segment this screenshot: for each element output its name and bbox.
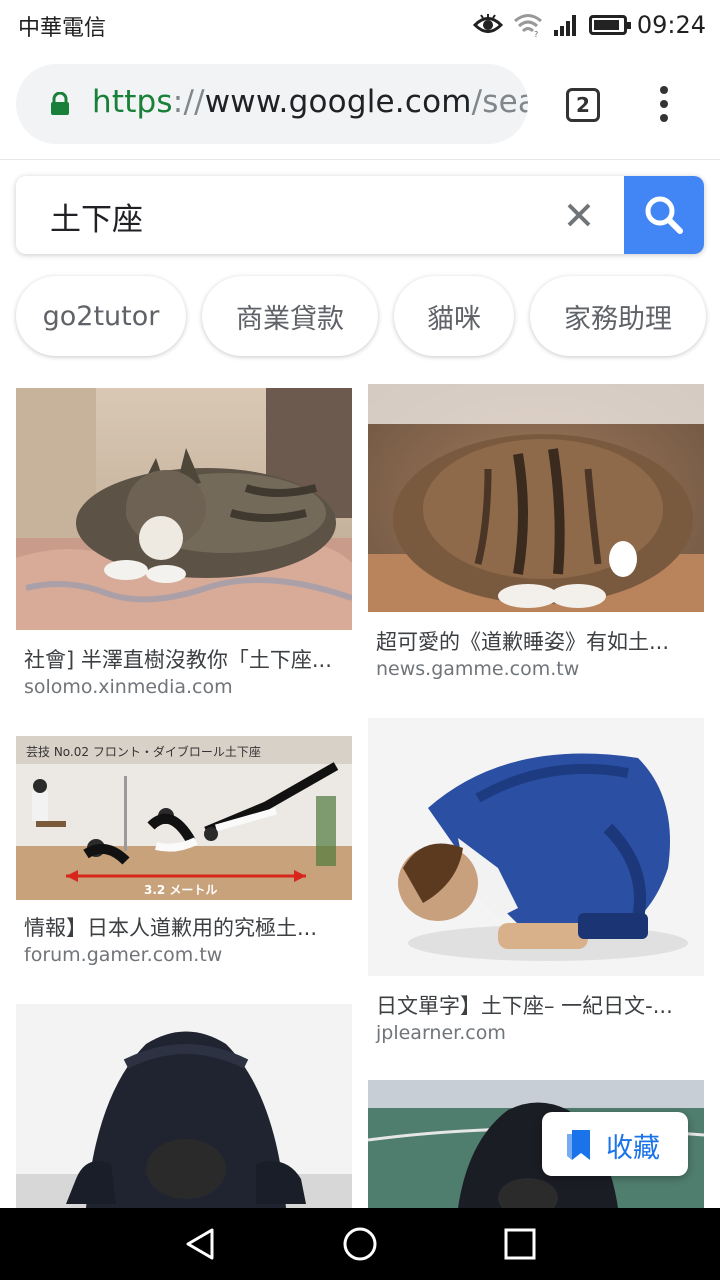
- collections-button[interactable]: 收藏: [542, 1112, 688, 1176]
- image-result[interactable]: 超可愛的《道歉睡姿》有如土... news.gamme.com.tw: [368, 384, 704, 704]
- image-result[interactable]: 日文單字】土下座– 一紀日文-... jplearner.com: [368, 718, 704, 1048]
- address-bar[interactable]: https://www.google.com/sear: [16, 64, 528, 144]
- menu-dot: [660, 100, 668, 108]
- result-source: solomo.xinmedia.com: [24, 676, 233, 698]
- back-icon[interactable]: [182, 1226, 218, 1262]
- overflow-menu-button[interactable]: [652, 86, 676, 126]
- url-host: www.google.com: [204, 84, 472, 120]
- result-image[interactable]: [16, 388, 352, 630]
- wifi-icon: ?: [513, 14, 542, 37]
- result-image[interactable]: [368, 718, 704, 976]
- url-text: https://www.google.com/sear: [92, 84, 528, 120]
- result-image[interactable]: [16, 1004, 352, 1208]
- search-box: 土下座: [16, 176, 704, 254]
- bookmark-icon: [567, 1130, 590, 1160]
- image-result[interactable]: 芸技 No.02 フロント・ダイブロール土下座 3.2 メートル 情報】日本人道…: [16, 736, 352, 976]
- search-button[interactable]: [624, 176, 704, 254]
- signal-icon: [553, 15, 576, 36]
- image-result[interactable]: 社會] 半澤直樹沒教你「土下座... solomo.xinmedia.com: [16, 388, 352, 708]
- result-source: jplearner.com: [376, 1022, 506, 1044]
- url-separator: ://: [172, 84, 205, 120]
- related-searches: go2tutor 商業貸款 貓咪 家務助理: [0, 276, 720, 356]
- search-icon: [645, 196, 683, 234]
- clock: 09:24: [636, 11, 706, 39]
- lock-icon: [51, 92, 69, 115]
- chip-business-loan[interactable]: 商業貸款: [202, 276, 378, 356]
- image-distance-label: 3.2 メートル: [144, 883, 217, 897]
- clear-icon[interactable]: [560, 196, 598, 234]
- result-image[interactable]: [368, 384, 704, 612]
- url-scheme: https: [92, 84, 173, 120]
- menu-dot: [660, 86, 668, 94]
- result-title[interactable]: 超可愛的《道歉睡姿》有如土...: [376, 626, 696, 656]
- result-title[interactable]: 社會] 半澤直樹沒教你「土下座...: [24, 644, 344, 674]
- result-image[interactable]: 芸技 No.02 フロント・ダイブロール土下座 3.2 メートル: [16, 736, 352, 900]
- search-input[interactable]: 土下座: [50, 194, 143, 239]
- status-bar: 中華電信 ? 09:24: [0, 0, 720, 50]
- image-caption: 芸技 No.02 フロント・ダイブロール土下座: [26, 744, 261, 759]
- result-title[interactable]: 情報】日本人道歉用的究極土...: [24, 912, 344, 942]
- chip-cats[interactable]: 貓咪: [394, 276, 514, 356]
- result-title[interactable]: 日文單字】土下座– 一紀日文-...: [376, 990, 696, 1020]
- result-source: forum.gamer.com.tw: [24, 944, 223, 966]
- carrier-label: 中華電信: [18, 16, 107, 41]
- url-path: /sear: [471, 84, 528, 120]
- chip-housekeeping[interactable]: 家務助理: [530, 276, 706, 356]
- status-icons: ? 09:24: [472, 8, 706, 42]
- collections-label: 收藏: [606, 1133, 660, 1164]
- eye-comfort-icon: [472, 14, 503, 33]
- home-icon[interactable]: [342, 1226, 378, 1262]
- svg-text:?: ?: [534, 30, 538, 37]
- battery-icon: [588, 15, 631, 35]
- result-source: news.gamme.com.tw: [376, 658, 580, 680]
- menu-dot: [660, 114, 668, 122]
- browser-toolbar: https://www.google.com/sear 2: [0, 50, 720, 160]
- image-result[interactable]: [16, 1004, 352, 1208]
- tab-switcher-button[interactable]: 2: [566, 88, 600, 122]
- navigation-bar: [0, 1208, 720, 1280]
- recent-apps-icon[interactable]: [502, 1226, 538, 1262]
- chip-go2tutor[interactable]: go2tutor: [16, 276, 186, 356]
